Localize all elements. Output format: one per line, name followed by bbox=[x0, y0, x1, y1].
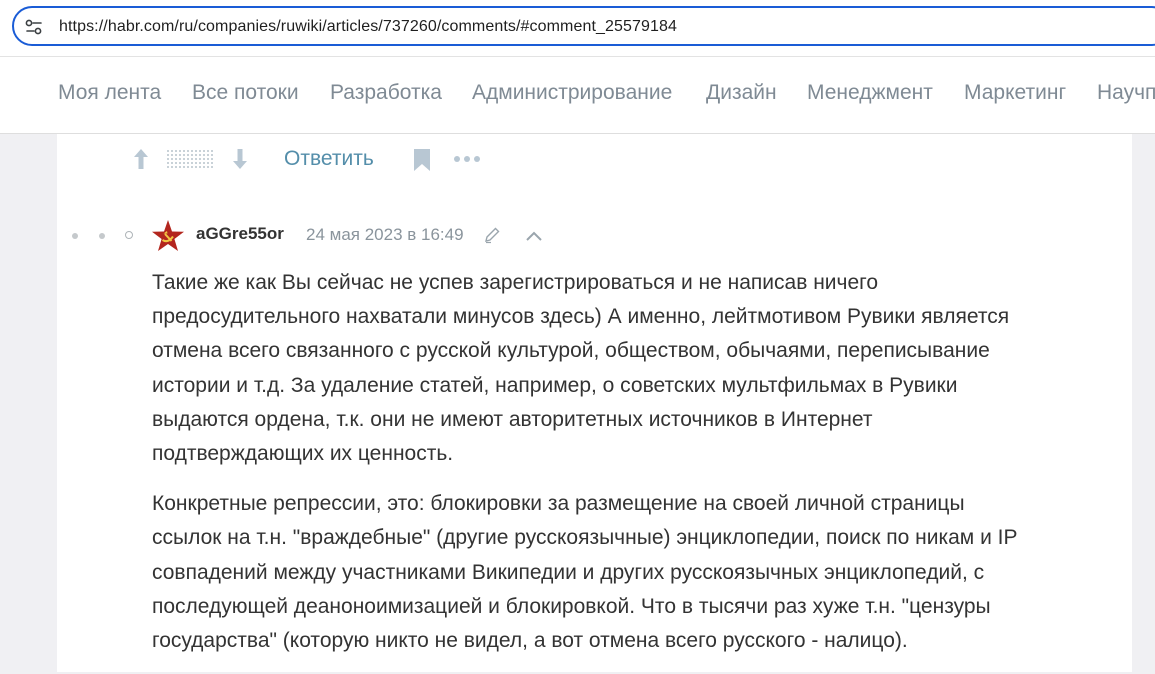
nav-item-my-feed[interactable]: Моя лента bbox=[58, 81, 161, 105]
site-settings-icon[interactable] bbox=[24, 17, 44, 37]
star-avatar[interactable] bbox=[151, 219, 185, 253]
nav-item-development[interactable]: Разработка bbox=[330, 81, 442, 105]
nav-item-management[interactable]: Менеджмент bbox=[807, 81, 933, 105]
comment-body: Такие же как Вы сейчас не успев зарегист… bbox=[152, 266, 1122, 674]
thread-level-dot-current bbox=[125, 231, 133, 239]
nav-item-science[interactable]: Научп bbox=[1097, 81, 1155, 105]
comment-author[interactable]: aGGre55or bbox=[196, 224, 284, 244]
arrow-down-icon[interactable] bbox=[230, 147, 250, 171]
edit-icon bbox=[485, 227, 500, 244]
comment-line: предосудительного нахватали минусов здес… bbox=[152, 305, 1010, 329]
nav-item-design[interactable]: Дизайн bbox=[706, 81, 777, 105]
comment-paragraph: Такие же как Вы сейчас не успев зарегист… bbox=[152, 266, 1122, 471]
arrow-up-icon[interactable] bbox=[131, 147, 151, 171]
thread-level-dot bbox=[99, 233, 105, 239]
comment-line: последующей деаноноимизацией и блокировк… bbox=[152, 594, 991, 618]
url-text[interactable]: https://habr.com/ru/companies/ruwiki/art… bbox=[59, 18, 677, 36]
vote-score-hidden bbox=[167, 148, 213, 170]
nav-item-all-streams[interactable]: Все потоки bbox=[192, 81, 299, 105]
site-nav: Моя лента Все потоки Разработка Админист… bbox=[0, 57, 1155, 134]
reply-button[interactable]: Ответить bbox=[284, 147, 374, 171]
address-bar[interactable]: https://habr.com/ru/companies/ruwiki/art… bbox=[12, 6, 1155, 46]
comment-line: выдаются ордена, т.к. они не имеют автор… bbox=[152, 407, 873, 431]
comment-line: ссылок на т.н. "враждебные" (другие русс… bbox=[152, 526, 1018, 550]
thread-level-dot bbox=[72, 233, 78, 239]
more-icon[interactable] bbox=[453, 154, 481, 164]
comment-line: Конкретные репрессии, это: блокировки за… bbox=[152, 492, 965, 516]
comment-line: государства" (которую никто не видел, а … bbox=[152, 629, 908, 653]
comment-paragraph: Конкретные репрессии, это: блокировки за… bbox=[152, 487, 1122, 658]
comment-line: Такие же как Вы сейчас не успев зарегист… bbox=[152, 271, 879, 294]
nav-item-administration[interactable]: Администрирование bbox=[472, 81, 672, 105]
comment-line: подтверждающих их ценность. bbox=[152, 442, 454, 466]
browser-toolbar: https://habr.com/ru/companies/ruwiki/art… bbox=[0, 0, 1155, 57]
comment-line: отмена всего связанного с русской культу… bbox=[152, 339, 990, 363]
nav-item-marketing[interactable]: Маркетинг bbox=[964, 81, 1066, 105]
chevron-up-icon[interactable] bbox=[524, 229, 544, 243]
comment-line: истории и т.д. За удаление статей, напри… bbox=[152, 373, 958, 397]
comment-date[interactable]: 24 мая 2023 в 16:49 bbox=[306, 225, 464, 245]
bookmark-icon[interactable] bbox=[412, 148, 432, 172]
comment-line: совпадений между участниками Википедии и… bbox=[152, 560, 985, 584]
